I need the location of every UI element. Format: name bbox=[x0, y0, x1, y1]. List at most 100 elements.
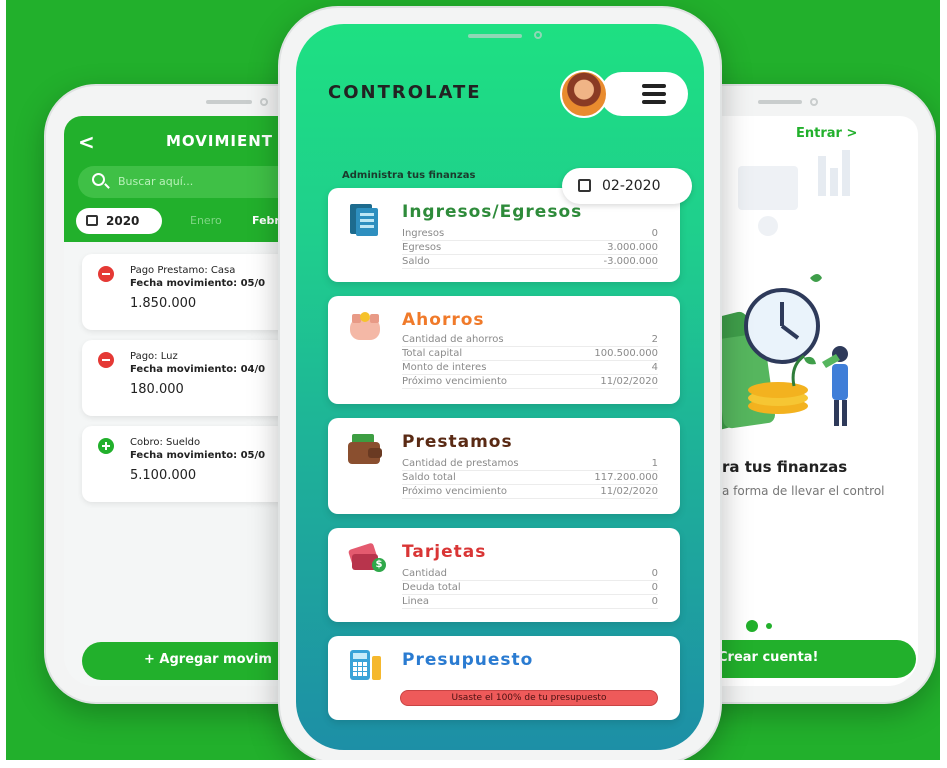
movement-date: Fecha movimiento: 05/0 bbox=[130, 278, 266, 289]
card-title: Tarjetas bbox=[402, 542, 487, 562]
movement-amount: 5.100.000 bbox=[130, 468, 197, 483]
month-filter-label: 02-2020 bbox=[602, 178, 661, 194]
row-label: Egresos bbox=[402, 242, 442, 253]
card-row: Total capital 100.500.000 bbox=[402, 348, 658, 361]
onboarding-headline: ra tus finanzas bbox=[722, 458, 848, 476]
loans-card[interactable]: Prestamos Cantidad de prestamos 1 Saldo t… bbox=[328, 418, 680, 514]
card-row: Próximo vencimiento 11/02/2020 bbox=[402, 486, 658, 499]
faded-background-illustration bbox=[738, 150, 850, 236]
page-indicator[interactable] bbox=[766, 623, 772, 629]
page-indicator-active[interactable] bbox=[746, 620, 758, 632]
promo-background: < MOVIMIENT Buscar aquí... 2020 Enero Fe… bbox=[6, 0, 940, 760]
movement-date: Fecha movimiento: 04/0 bbox=[130, 364, 266, 375]
row-label: Monto de interes bbox=[402, 362, 487, 373]
card-row: Egresos 3.000.000 bbox=[402, 242, 658, 255]
movement-amount: 1.850.000 bbox=[130, 296, 197, 311]
card-row: Cantidad 0 bbox=[402, 568, 658, 581]
row-value: 11/02/2020 bbox=[600, 486, 658, 497]
piggy-bank-icon bbox=[348, 312, 382, 342]
row-label: Ingresos bbox=[402, 228, 445, 239]
onboarding-body: a forma de llevar el control bbox=[722, 484, 885, 498]
card-row: Linea 0 bbox=[402, 596, 658, 609]
create-account-button[interactable]: Crear cuenta! bbox=[698, 640, 916, 678]
card-title: Prestamos bbox=[402, 432, 513, 452]
user-avatar[interactable] bbox=[560, 70, 608, 118]
back-chevron-icon[interactable]: < bbox=[78, 130, 95, 154]
row-label: Próximo vencimiento bbox=[402, 376, 508, 387]
ledger-icon bbox=[350, 204, 378, 236]
menu-button[interactable] bbox=[600, 72, 688, 116]
budget-card[interactable]: Presupuesto Usaste el 100% de tu presupu… bbox=[328, 636, 680, 720]
row-label: Cantidad de prestamos bbox=[402, 458, 519, 469]
card-title: Ingresos/Egresos bbox=[402, 202, 583, 222]
card-title: Ahorros bbox=[402, 310, 485, 330]
movement-title: Pago: Luz bbox=[130, 351, 178, 362]
phone-camera bbox=[534, 31, 542, 39]
row-label: Saldo bbox=[402, 256, 430, 267]
movements-title: MOVIMIENT bbox=[166, 132, 274, 150]
month-tab-february[interactable]: Febr bbox=[252, 214, 280, 227]
calculator-icon bbox=[350, 650, 382, 682]
row-label: Total capital bbox=[402, 348, 463, 359]
card-row: Deuda total 0 bbox=[402, 582, 658, 595]
plus-circle-icon bbox=[98, 438, 114, 454]
dashboard-subtitle: Administra tus finanzas bbox=[342, 170, 476, 181]
year-selector[interactable]: 2020 bbox=[76, 208, 162, 234]
row-value: 11/02/2020 bbox=[600, 376, 658, 387]
card-row: Cantidad de prestamos 1 bbox=[402, 458, 658, 471]
phone-speaker bbox=[206, 100, 252, 104]
minus-circle-icon bbox=[98, 266, 114, 282]
row-value: 117.200.000 bbox=[594, 472, 658, 483]
row-value: 0 bbox=[651, 568, 658, 579]
phone-camera bbox=[810, 98, 818, 106]
row-value: 3.000.000 bbox=[607, 242, 658, 253]
row-value: 0 bbox=[651, 582, 658, 593]
year-label: 2020 bbox=[106, 214, 140, 228]
row-value: 0 bbox=[651, 596, 658, 607]
card-row: Cantidad de ahorros 2 bbox=[402, 334, 658, 347]
row-value: 2 bbox=[651, 334, 658, 345]
dashboard-screen: CONTROLATE Administra tus finanzas Ingre… bbox=[296, 24, 704, 750]
card-row: Saldo -3.000.000 bbox=[402, 256, 658, 269]
movement-date: Fecha movimiento: 05/0 bbox=[130, 450, 266, 461]
budget-alert-bar: Usaste el 100% de tu presupuesto bbox=[400, 690, 658, 706]
row-value: 100.500.000 bbox=[594, 348, 658, 359]
movement-title: Cobro: Sueldo bbox=[130, 437, 201, 448]
create-account-label: Crear cuenta! bbox=[718, 650, 819, 665]
app-brand-title: CONTROLATE bbox=[328, 82, 482, 103]
savings-card[interactable]: Ahorros Cantidad de ahorros 2 Total capit… bbox=[328, 296, 680, 404]
phone-speaker bbox=[468, 34, 522, 38]
minus-circle-icon bbox=[98, 352, 114, 368]
calendar-icon bbox=[86, 215, 98, 226]
wallet-icon bbox=[348, 434, 382, 464]
hamburger-icon bbox=[642, 92, 666, 96]
row-label: Cantidad de ahorros bbox=[402, 334, 504, 345]
calendar-icon bbox=[578, 179, 591, 192]
credit-cards-card[interactable]: $ Tarjetas Cantidad 0 Deuda total 0 Linea 0 bbox=[328, 528, 680, 622]
card-title: Presupuesto bbox=[402, 650, 534, 670]
phone-speaker bbox=[758, 100, 802, 104]
row-label: Cantidad bbox=[402, 568, 447, 579]
month-tab-january[interactable]: Enero bbox=[190, 214, 222, 227]
search-placeholder: Buscar aquí... bbox=[118, 175, 194, 188]
row-label: Deuda total bbox=[402, 582, 461, 593]
movement-amount: 180.000 bbox=[130, 382, 184, 397]
row-label: Linea bbox=[402, 596, 429, 607]
phone-camera bbox=[260, 98, 268, 106]
budget-alert-text: Usaste el 100% de tu presupuesto bbox=[451, 693, 607, 703]
finance-illustration bbox=[698, 274, 848, 430]
card-row: Próximo vencimiento 11/02/2020 bbox=[402, 376, 658, 389]
card-row: Monto de interes 4 bbox=[402, 362, 658, 375]
row-value: 4 bbox=[651, 362, 658, 373]
row-value: -3.000.000 bbox=[603, 256, 658, 267]
row-label: Próximo vencimiento bbox=[402, 486, 508, 497]
row-label: Saldo total bbox=[402, 472, 456, 483]
hamburger-icon bbox=[642, 100, 666, 104]
row-value: 1 bbox=[651, 458, 658, 469]
enter-link[interactable]: Entrar > bbox=[796, 126, 857, 141]
hamburger-icon bbox=[642, 84, 666, 88]
add-movement-label: + Agregar movim bbox=[144, 652, 272, 667]
phone-dashboard: CONTROLATE Administra tus finanzas Ingre… bbox=[278, 6, 722, 760]
row-value: 0 bbox=[651, 228, 658, 239]
month-filter[interactable]: 02-2020 bbox=[562, 168, 692, 204]
